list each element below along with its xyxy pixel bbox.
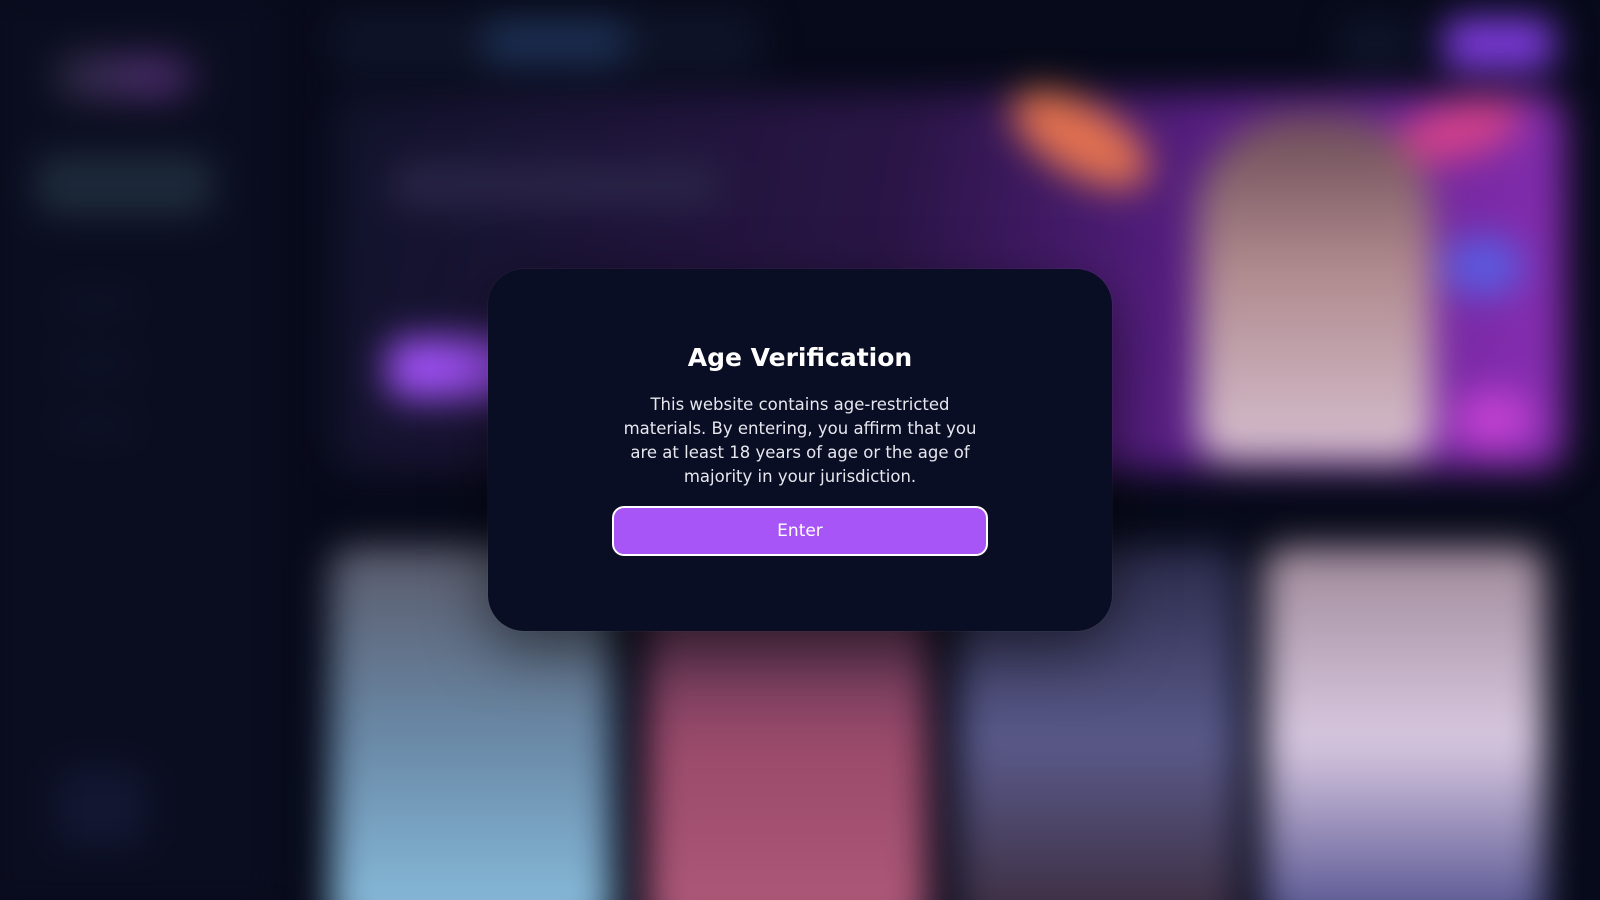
background-sidebar-footer: [55, 766, 148, 848]
background-hero-title: [392, 164, 719, 206]
dialog-title: Age Verification: [687, 343, 913, 372]
background-hero-image: [1197, 113, 1433, 461]
background-sidebar-item: [55, 419, 137, 432]
page: Age Verification This website contains a…: [0, 0, 1600, 900]
background-top-nav-active: [483, 19, 627, 65]
background-card: [1264, 546, 1545, 900]
background-sidebar-item: [55, 358, 137, 371]
age-verification-dialog: Age Verification This website contains a…: [488, 269, 1112, 631]
background-logo: [55, 54, 199, 100]
background-top-button: [1340, 21, 1412, 67]
background-top-cta: [1442, 17, 1555, 71]
enter-button[interactable]: Enter: [612, 506, 988, 556]
dialog-message: This website contains age-restricted mat…: [623, 395, 977, 486]
background-decor-shape: [1442, 235, 1525, 297]
background-sidebar-item: [35, 154, 214, 216]
background-sidebar-item: [55, 297, 137, 310]
background-decor-shape: [1452, 388, 1535, 450]
background-sidebar: [0, 0, 280, 900]
